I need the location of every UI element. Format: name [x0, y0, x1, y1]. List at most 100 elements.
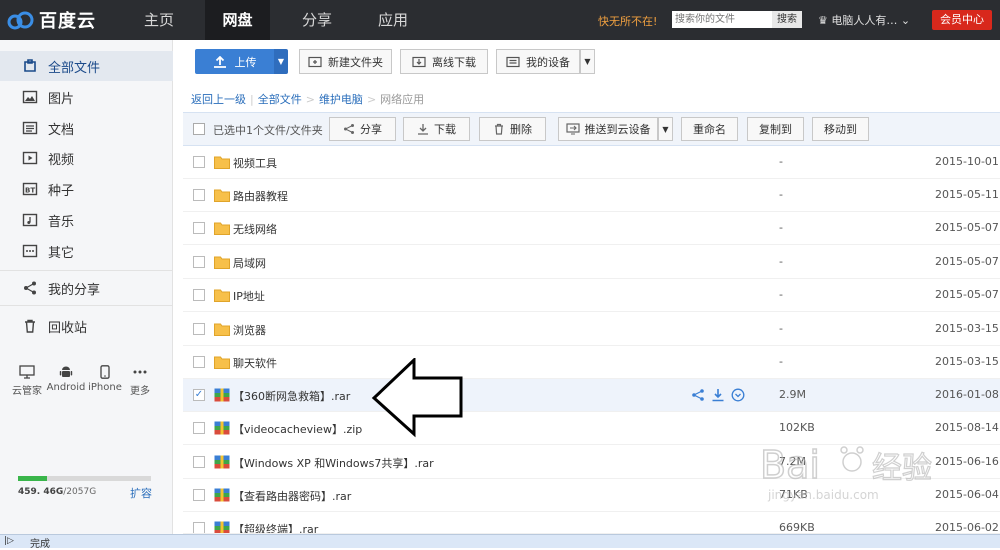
- file-row-selected[interactable]: ✓ 【360断网急救箱】.rar 2.9M 2016-01-08 1: [183, 379, 1000, 412]
- sidebar-item-all-files[interactable]: 全部文件: [0, 51, 173, 81]
- row-checkbox[interactable]: [193, 222, 205, 234]
- download-icon[interactable]: [711, 388, 725, 402]
- file-name[interactable]: 【查看路由器密码】.rar: [233, 488, 351, 504]
- rename-button[interactable]: 重命名: [681, 117, 738, 141]
- file-row[interactable]: 浏览器 - 2015-03-15 2: [183, 313, 1000, 346]
- user-menu[interactable]: ♛ 电脑人人有… ⌄: [818, 12, 910, 28]
- file-row[interactable]: IP地址 - 2015-05-07 1: [183, 279, 1000, 312]
- file-name[interactable]: 【超级终端】.rar: [233, 521, 318, 533]
- file-row[interactable]: 路由器教程 - 2015-05-11 1: [183, 179, 1000, 212]
- file-row[interactable]: 【超级终端】.rar 669KB 2015-06-02 1: [183, 512, 1000, 534]
- device-more[interactable]: 更多: [120, 365, 160, 397]
- file-date: 2015-06-02 1: [935, 521, 1000, 534]
- image-icon: [22, 90, 38, 104]
- file-name[interactable]: 浏览器: [233, 322, 266, 338]
- nav-apps[interactable]: 应用: [364, 0, 422, 40]
- nav-home[interactable]: 主页: [130, 0, 188, 40]
- breadcrumb-back-link[interactable]: 返回上一级: [191, 93, 246, 106]
- row-checkbox-checked[interactable]: ✓: [193, 389, 205, 401]
- row-checkbox[interactable]: [193, 489, 205, 501]
- file-name[interactable]: 路由器教程: [233, 188, 288, 204]
- file-name[interactable]: 局域网: [233, 255, 266, 271]
- quota-used: 459. 46G: [18, 487, 64, 497]
- nav-disk[interactable]: 网盘: [205, 0, 270, 40]
- my-device-dropdown[interactable]: ▼: [580, 49, 595, 74]
- download-button[interactable]: 下载: [403, 117, 470, 141]
- file-row[interactable]: 视频工具 - 2015-10-01 1: [183, 146, 1000, 179]
- copy-to-button[interactable]: 复制到: [747, 117, 804, 141]
- expand-storage-link[interactable]: 扩容: [130, 485, 152, 501]
- file-row[interactable]: 局域网 - 2015-05-07 1: [183, 246, 1000, 279]
- breadcrumb-all-files[interactable]: 全部文件: [258, 93, 302, 106]
- download-label: 下载: [434, 123, 456, 136]
- sidebar-item-torrents[interactable]: BT 种子: [0, 174, 173, 204]
- file-name[interactable]: 无线网络: [233, 221, 277, 237]
- file-name[interactable]: 【Windows XP 和Windows7共享】.rar: [233, 455, 434, 471]
- move-to-button[interactable]: 移动到: [812, 117, 869, 141]
- upload-label: 上传: [234, 55, 257, 69]
- file-name[interactable]: 聊天软件: [233, 355, 277, 371]
- sidebar-item-recycle-bin[interactable]: 回收站: [0, 311, 173, 341]
- file-size: -: [779, 288, 783, 301]
- push-dropdown[interactable]: ▼: [658, 117, 673, 141]
- row-checkbox[interactable]: [193, 256, 205, 268]
- android-icon: [59, 366, 73, 377]
- row-checkbox[interactable]: [193, 189, 205, 201]
- new-folder-icon: [308, 56, 322, 67]
- device-iphone[interactable]: iPhone: [85, 365, 125, 393]
- sidebar-item-music[interactable]: 音乐: [0, 205, 173, 235]
- file-date: 2015-05-07 1: [935, 255, 1000, 268]
- file-date: 2015-06-16 1: [935, 455, 1000, 468]
- upload-dropdown-button[interactable]: ▼: [274, 49, 288, 74]
- vip-center-button[interactable]: 会员中心: [932, 10, 992, 30]
- sidebar-item-label: 回收站: [48, 320, 88, 336]
- file-name[interactable]: 视频工具: [233, 155, 277, 171]
- my-device-button[interactable]: 我的设备: [496, 49, 580, 74]
- file-row[interactable]: 无线网络 - 2015-05-07 1: [183, 212, 1000, 245]
- file-name[interactable]: 【360断网急救箱】.rar: [233, 388, 350, 404]
- select-all-checkbox[interactable]: [193, 123, 205, 135]
- device-android[interactable]: Android: [46, 365, 86, 393]
- delete-label: 删除: [510, 123, 532, 136]
- row-checkbox[interactable]: [193, 356, 205, 368]
- sidebar-item-others[interactable]: 其它: [0, 236, 173, 266]
- file-name[interactable]: IP地址: [233, 288, 265, 304]
- row-checkbox[interactable]: [193, 456, 205, 468]
- search-button[interactable]: 搜索: [772, 11, 802, 28]
- breadcrumb-parent[interactable]: 维护电脑: [319, 93, 363, 106]
- device-cloud-manager[interactable]: 云管家: [7, 365, 47, 397]
- baidu-jingyan-watermark: Bai 经验 jingyan.baidu.com: [759, 440, 940, 502]
- row-checkbox[interactable]: [193, 522, 205, 533]
- sidebar-item-videos[interactable]: 视频: [0, 143, 173, 173]
- baidu-cloud-logo[interactable]: 百度云: [0, 0, 120, 40]
- push-to-device-button[interactable]: 推送到云设备: [558, 117, 658, 141]
- more-options-icon[interactable]: [731, 388, 745, 402]
- sidebar-item-documents[interactable]: 文档: [0, 113, 173, 143]
- new-folder-button[interactable]: 新建文件夹: [299, 49, 392, 74]
- sidebar-item-images[interactable]: 图片: [0, 82, 173, 112]
- delete-button[interactable]: 删除: [479, 117, 546, 141]
- offline-download-label: 离线下载: [432, 55, 476, 69]
- share-icon[interactable]: [691, 388, 705, 402]
- file-row[interactable]: 聊天软件 - 2015-03-15 2: [183, 346, 1000, 379]
- user-name: 电脑人人有…: [831, 14, 898, 27]
- ellipsis-icon: [133, 370, 147, 374]
- row-checkbox[interactable]: [193, 289, 205, 301]
- offline-download-button[interactable]: 离线下载: [400, 49, 488, 74]
- rar-archive-icon: [214, 421, 230, 435]
- search-input[interactable]: [672, 11, 772, 28]
- upload-button[interactable]: 上传: [195, 49, 274, 74]
- row-checkbox[interactable]: [193, 323, 205, 335]
- folder-icon: [24, 59, 36, 72]
- sidebar-divider: [0, 305, 173, 306]
- rar-archive-icon: [214, 488, 230, 502]
- row-checkbox[interactable]: [193, 156, 205, 168]
- file-name[interactable]: 【videocacheview】.zip: [233, 421, 362, 437]
- sidebar-item-label: 音乐: [48, 214, 75, 230]
- sidebar-item-my-share[interactable]: 我的分享: [0, 273, 173, 303]
- row-checkbox[interactable]: [193, 422, 205, 434]
- file-date: 2015-05-11 1: [935, 188, 1000, 201]
- share-button[interactable]: 分享: [329, 117, 396, 141]
- nav-share[interactable]: 分享: [288, 0, 346, 40]
- crown-icon: ♛: [818, 14, 828, 27]
